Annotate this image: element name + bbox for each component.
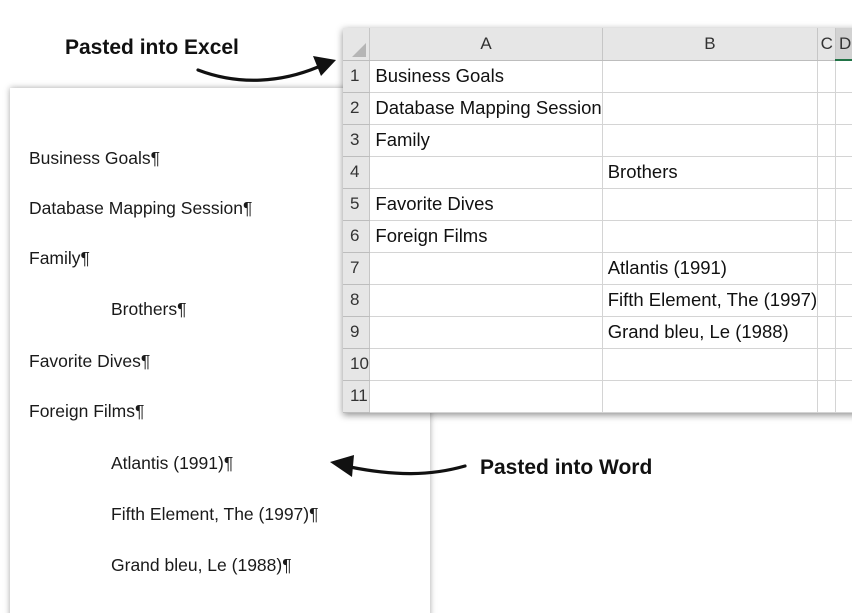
excel-spreadsheet: A B C D 1 Business Goals 2 Database Mapping… <box>343 28 852 413</box>
excel-row: 1 Business Goals <box>343 60 852 93</box>
column-header-d[interactable]: D <box>835 28 852 61</box>
cell-column-b[interactable] <box>602 92 819 125</box>
cell-column-d[interactable] <box>835 220 852 253</box>
excel-row: 3 Family <box>343 124 852 157</box>
cell-column-a[interactable] <box>369 284 603 317</box>
row-header[interactable]: 5 <box>343 188 371 221</box>
row-header[interactable]: 10 <box>343 348 371 381</box>
excel-row: 4 Brothers <box>343 156 852 189</box>
cell-value: Grand bleu, Le (1988) <box>607 321 789 342</box>
cell-column-c[interactable] <box>817 380 837 413</box>
cell-column-c[interactable] <box>817 60 837 93</box>
cell-column-d[interactable] <box>835 380 852 413</box>
column-header-b[interactable]: B <box>602 28 819 61</box>
row-header[interactable]: 7 <box>343 252 371 285</box>
cell-column-d[interactable] <box>835 316 852 349</box>
word-paragraph[interactable]: Favorite Dives¶ <box>29 352 150 371</box>
row-header[interactable]: 6 <box>343 220 371 253</box>
cell-column-d[interactable] <box>835 156 852 189</box>
cell-column-c[interactable] <box>817 284 837 317</box>
cell-column-d[interactable] <box>835 284 852 317</box>
row-header[interactable]: 1 <box>343 60 371 93</box>
cell-column-b[interactable]: Grand bleu, Le (1988) <box>602 316 819 349</box>
cell-column-a[interactable] <box>369 348 603 381</box>
cell-column-c[interactable] <box>817 156 837 189</box>
excel-row: 5 Favorite Dives <box>343 188 852 221</box>
cell-column-a[interactable]: Foreign Films <box>369 220 603 253</box>
cell-column-a[interactable] <box>369 380 603 413</box>
cell-column-d[interactable] <box>835 92 852 125</box>
cell-column-a[interactable]: Database Mapping Session <box>369 92 603 125</box>
cell-column-c[interactable] <box>817 124 837 157</box>
row-header[interactable]: 2 <box>343 92 371 125</box>
excel-row: 7 Atlantis (1991) <box>343 252 852 285</box>
select-all-triangle-icon <box>352 42 367 57</box>
cell-value: Atlantis (1991) <box>607 257 727 278</box>
column-header-c[interactable]: C <box>817 28 837 61</box>
cell-value: Family <box>375 129 430 150</box>
word-paragraph-indented[interactable]: Atlantis (1991)¶ <box>111 454 233 473</box>
cell-column-c[interactable] <box>817 92 837 125</box>
column-header-a[interactable]: A <box>369 28 603 61</box>
cell-column-d[interactable] <box>835 348 852 381</box>
row-header[interactable]: 8 <box>343 284 371 317</box>
cell-column-a[interactable]: Favorite Dives <box>369 188 603 221</box>
excel-row: 6 Foreign Films <box>343 220 852 253</box>
cell-column-d[interactable] <box>835 124 852 157</box>
cell-column-b[interactable] <box>602 124 819 157</box>
cell-column-c[interactable] <box>817 220 837 253</box>
word-paragraph-indented[interactable]: Fifth Element, The (1997)¶ <box>111 505 319 524</box>
cell-column-d[interactable] <box>835 188 852 221</box>
cell-column-a[interactable]: Business Goals <box>369 60 603 93</box>
word-paragraph[interactable]: Database Mapping Session¶ <box>29 199 252 218</box>
select-all-corner[interactable] <box>343 28 371 61</box>
cell-column-b[interactable] <box>602 188 819 221</box>
excel-row: 8 Fifth Element, The (1997) <box>343 284 852 317</box>
cell-column-b[interactable]: Atlantis (1991) <box>602 252 819 285</box>
cell-value: Business Goals <box>375 65 504 86</box>
cell-value: Favorite Dives <box>375 193 494 214</box>
cell-column-a[interactable] <box>369 156 603 189</box>
cell-column-d[interactable] <box>835 252 852 285</box>
excel-row: 9 Grand bleu, Le (1988) <box>343 316 852 349</box>
excel-row: 2 Database Mapping Session <box>343 92 852 125</box>
cell-column-c[interactable] <box>817 348 837 381</box>
word-paragraph[interactable]: Family¶ <box>29 249 90 268</box>
excel-arrowhead-icon <box>313 56 336 76</box>
word-callout-label: Pasted into Word <box>480 456 653 479</box>
cell-column-b[interactable]: Fifth Element, The (1997) <box>602 284 819 317</box>
cell-column-a[interactable] <box>369 316 603 349</box>
cell-column-b[interactable]: Brothers <box>602 156 819 189</box>
cell-column-c[interactable] <box>817 188 837 221</box>
word-paragraph[interactable]: Business Goals¶ <box>29 149 160 168</box>
cell-column-b[interactable] <box>602 380 819 413</box>
excel-grid: A B C D 1 Business Goals 2 Database Mapping… <box>343 28 852 413</box>
cell-column-c[interactable] <box>817 252 837 285</box>
excel-row: 10 <box>343 348 852 381</box>
cell-column-d[interactable] <box>835 60 852 93</box>
cell-column-b[interactable] <box>602 220 819 253</box>
cell-column-b[interactable] <box>602 60 819 93</box>
row-header[interactable]: 11 <box>343 380 371 413</box>
excel-row: 11 <box>343 380 852 413</box>
cell-value: Fifth Element, The (1997) <box>607 289 818 310</box>
excel-arrow-icon <box>196 65 320 82</box>
word-paragraph-indented[interactable]: Grand bleu, Le (1988)¶ <box>111 556 292 575</box>
row-header[interactable]: 4 <box>343 156 371 189</box>
cell-column-b[interactable] <box>602 348 819 381</box>
row-header[interactable]: 9 <box>343 316 371 349</box>
word-paragraph[interactable]: Foreign Films¶ <box>29 402 144 421</box>
cell-value: Database Mapping Session <box>375 97 602 118</box>
cell-column-a[interactable] <box>369 252 603 285</box>
row-header[interactable]: 3 <box>343 124 371 157</box>
canvas: Business Goals¶ Database Mapping Session… <box>0 0 852 613</box>
excel-callout-label: Pasted into Excel <box>65 36 239 59</box>
word-paragraph-indented[interactable]: Brothers¶ <box>111 300 187 319</box>
cell-column-a[interactable]: Family <box>369 124 603 157</box>
cell-column-c[interactable] <box>817 316 837 349</box>
cell-value: Foreign Films <box>375 225 488 246</box>
cell-value: Brothers <box>607 161 678 182</box>
